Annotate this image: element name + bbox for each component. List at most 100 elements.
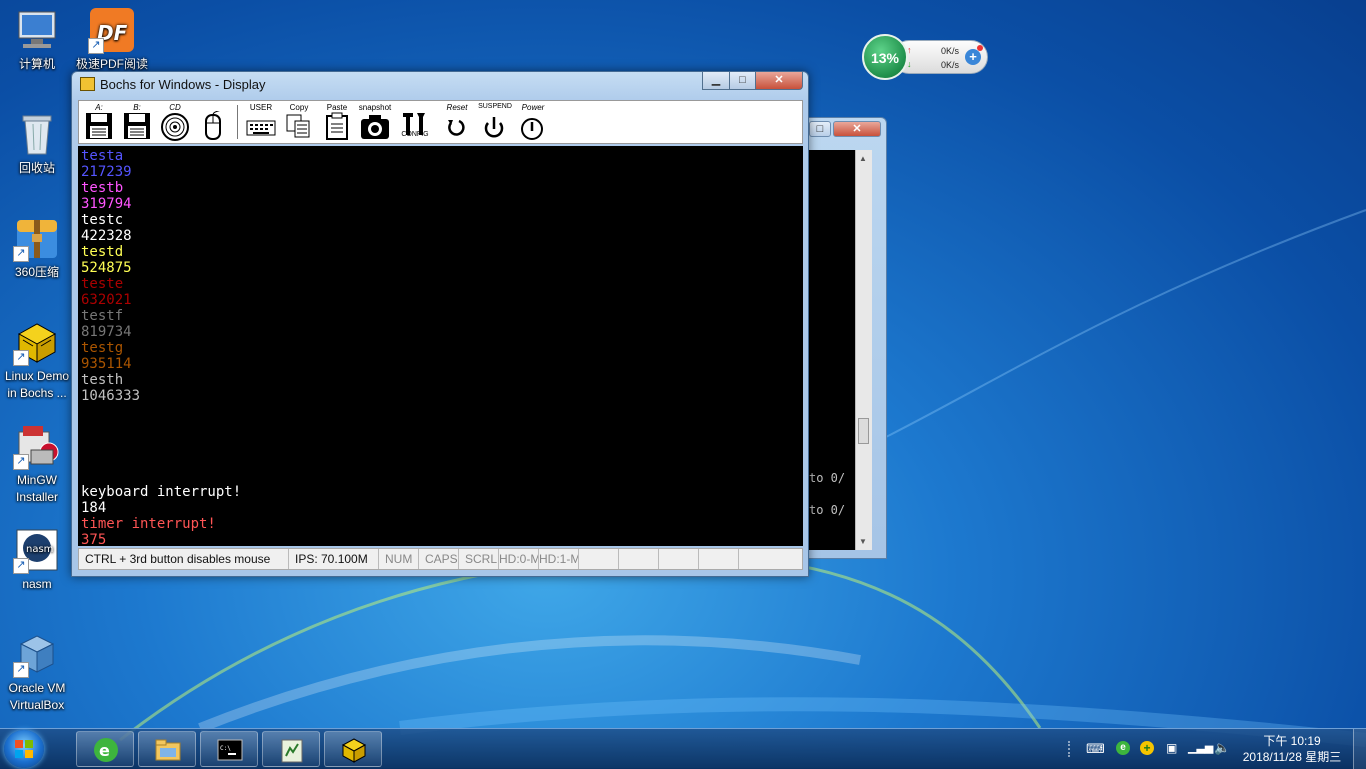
notification-dot bbox=[977, 45, 983, 51]
maximize-button[interactable]: □ bbox=[809, 121, 831, 137]
shortcut-arrow-icon: ↗ bbox=[13, 662, 29, 678]
desktop-icon-pdf-reader[interactable]: DF ↗ 极速PDF阅读 bbox=[75, 6, 149, 73]
cdrom-button[interactable]: CD bbox=[157, 103, 193, 141]
screen-line: timer interrupt! bbox=[81, 516, 216, 532]
start-button[interactable] bbox=[4, 730, 44, 768]
show-desktop-button[interactable] bbox=[1353, 729, 1366, 769]
title-bar[interactable]: Bochs for Windows - Display ▁ □ ✕ bbox=[72, 72, 808, 98]
desktop-icon-recycle-bin[interactable]: 回收站 bbox=[0, 110, 74, 177]
floppy-a-button[interactable]: A: bbox=[81, 103, 117, 141]
floppy-disk-icon bbox=[86, 113, 112, 139]
desktop-icon-label: 360压缩 bbox=[14, 265, 60, 279]
system-clock[interactable]: 下午 10:19 2018/11/28 星期三 bbox=[1232, 733, 1352, 765]
taskbar-cmd[interactable]: C:\ bbox=[200, 731, 258, 767]
keyboard-icon bbox=[246, 120, 276, 136]
taskbar-explorer[interactable] bbox=[138, 731, 196, 767]
computer-icon bbox=[13, 6, 61, 54]
screen-line: 632021 bbox=[81, 292, 132, 308]
window-title: Bochs for Windows - Display bbox=[100, 77, 266, 92]
tray-grip bbox=[1068, 741, 1076, 757]
user-button[interactable]: USER bbox=[243, 103, 279, 141]
network-monitor-gadget[interactable]: ↑ 0K/s ↓ 0K/s + 13% bbox=[862, 34, 990, 80]
status-slot bbox=[699, 549, 739, 569]
mouse-toggle-button[interactable] bbox=[195, 103, 231, 141]
close-button[interactable]: ✕ bbox=[833, 121, 881, 137]
scroll-up-icon[interactable]: ▲ bbox=[859, 154, 867, 163]
desktop-icon-360zip[interactable]: ↗ 360压缩 bbox=[0, 214, 74, 281]
bochs-toolbar: A: B: CD USER Copy Paste snapshot CONFIG… bbox=[78, 100, 803, 144]
zip-archive-icon: ↗ bbox=[13, 214, 61, 262]
bochs-app-icon bbox=[80, 77, 95, 91]
security-tray-icon[interactable]: + bbox=[1140, 741, 1154, 755]
power-button[interactable]: Power bbox=[515, 103, 551, 141]
mouse-hint-status: CTRL + 3rd button disables mouse bbox=[79, 549, 289, 569]
desktop-icon-label: Linux Demo in Bochs ... bbox=[4, 369, 70, 400]
taskbar-360browser[interactable]: e bbox=[76, 731, 134, 767]
svg-text:e: e bbox=[99, 741, 110, 760]
windows-logo-icon bbox=[15, 740, 33, 758]
floppy-b-button[interactable]: B: bbox=[119, 103, 155, 141]
screen-line: teste bbox=[81, 276, 124, 292]
volume-icon[interactable]: 🔈 bbox=[1214, 740, 1230, 756]
command-prompt-icon: C:\ bbox=[217, 739, 243, 761]
maximize-button[interactable]: □ bbox=[729, 72, 756, 90]
status-slot bbox=[659, 549, 699, 569]
network-signal-icon[interactable]: ▁▃▅ bbox=[1188, 741, 1213, 754]
emulator-display[interactable]: testa 217239 testb 319794 testc 422328 testd 52… bbox=[78, 146, 803, 546]
console-line: to 0/ bbox=[809, 503, 846, 517]
paste-icon bbox=[326, 112, 348, 140]
browser-e-icon: e bbox=[94, 738, 118, 762]
usb-tray-icon[interactable]: ▣ bbox=[1166, 741, 1177, 755]
desktop-icon-label: Oracle VM VirtualBox bbox=[8, 681, 66, 712]
close-button[interactable]: ✕ bbox=[755, 72, 803, 90]
nasm-icon: nasm ↗ bbox=[13, 526, 61, 574]
suspend-icon bbox=[484, 117, 504, 138]
scroll-lock-status: SCRL bbox=[459, 549, 499, 569]
cpu-usage-ring[interactable]: 13% bbox=[862, 34, 908, 80]
recycle-bin-icon bbox=[13, 110, 61, 158]
mouse-icon bbox=[205, 111, 221, 140]
snapshot-button[interactable]: snapshot bbox=[357, 103, 393, 141]
svg-text:C:\: C:\ bbox=[220, 745, 231, 752]
keyboard-tray-icon[interactable]: ⌨ bbox=[1086, 741, 1105, 757]
desktop-icon-label: nasm bbox=[22, 577, 52, 591]
paste-button[interactable]: Paste bbox=[319, 103, 355, 141]
desktop-icon-virtualbox[interactable]: ↗ Oracle VM VirtualBox bbox=[0, 630, 74, 714]
hd1-status: HD:1-M bbox=[539, 549, 579, 569]
shortcut-arrow-icon: ↗ bbox=[88, 38, 104, 54]
screen-line: 819734 bbox=[81, 324, 132, 340]
status-slot bbox=[579, 549, 619, 569]
screen-line: testf bbox=[81, 308, 124, 324]
screen-line: testc bbox=[81, 212, 124, 228]
caps-lock-status: CAPS bbox=[419, 549, 459, 569]
taskbar-bochs[interactable] bbox=[324, 731, 382, 767]
screen-line: 422328 bbox=[81, 228, 132, 244]
cdrom-icon bbox=[161, 113, 189, 141]
desktop-icon-nasm[interactable]: nasm ↗ nasm bbox=[0, 526, 74, 593]
upload-speed: 0K/s bbox=[941, 46, 960, 56]
shortcut-arrow-icon: ↗ bbox=[13, 454, 29, 470]
desktop-icon-mingw[interactable]: ↗ MinGW Installer bbox=[0, 422, 74, 506]
bochs-icon: ↗ bbox=[13, 318, 61, 366]
config-button[interactable]: CONFIG bbox=[397, 103, 433, 141]
copy-button[interactable]: Copy bbox=[281, 103, 317, 141]
desktop-icon-linux-demo[interactable]: ↗ Linux Demo in Bochs ... bbox=[0, 318, 74, 402]
bochs-display-window[interactable]: Bochs for Windows - Display ▁ □ ✕ A: B: … bbox=[71, 71, 809, 577]
taskbar-editor[interactable] bbox=[262, 731, 320, 767]
scroll-down-icon[interactable]: ▼ bbox=[859, 537, 867, 546]
hd0-status: HD:0-M bbox=[499, 549, 539, 569]
desktop-icon-computer[interactable]: 计算机 bbox=[0, 6, 74, 73]
folder-icon bbox=[155, 739, 181, 761]
virtualbox-icon: ↗ bbox=[13, 630, 61, 678]
camera-icon bbox=[361, 115, 389, 139]
minimize-button[interactable]: ▁ bbox=[702, 72, 730, 90]
browser-tray-icon[interactable]: e bbox=[1116, 741, 1130, 755]
screen-line: 217239 bbox=[81, 164, 132, 180]
accelerate-plus-icon[interactable]: + bbox=[965, 49, 981, 65]
suspend-button[interactable]: SUSPEND bbox=[477, 103, 513, 141]
console-scrollbar[interactable]: ▲ ▼ bbox=[855, 150, 872, 550]
scroll-thumb[interactable] bbox=[858, 418, 869, 444]
screen-line: testb bbox=[81, 180, 124, 196]
reset-button[interactable]: Reset bbox=[439, 103, 475, 141]
num-lock-status: NUM bbox=[379, 549, 419, 569]
